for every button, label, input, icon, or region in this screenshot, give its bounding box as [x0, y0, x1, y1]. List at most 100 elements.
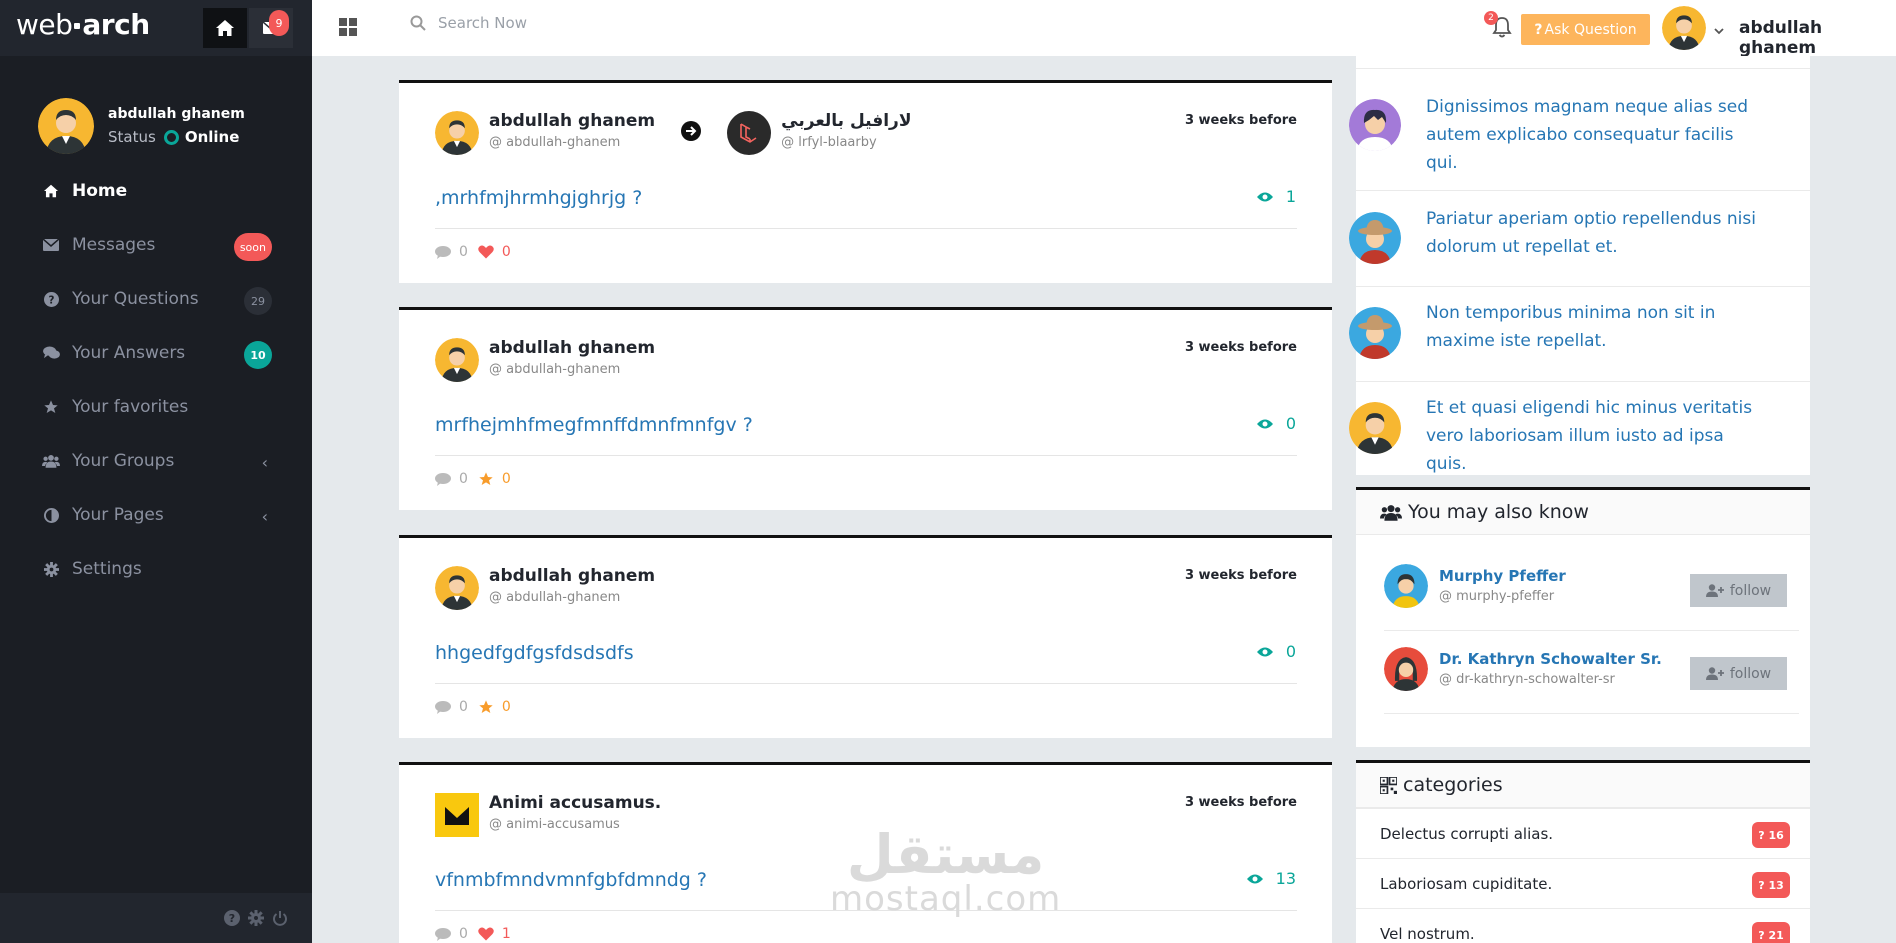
avatar[interactable]: [1349, 212, 1401, 264]
question-author[interactable]: abdullah ghanem: [489, 111, 655, 131]
views-counter: 0: [1256, 642, 1296, 661]
search-input[interactable]: [438, 14, 738, 32]
divider: [435, 683, 1297, 684]
avatar[interactable]: [1349, 307, 1401, 359]
header-user-name[interactable]: abdullah ghanem: [1739, 18, 1896, 58]
follow-button[interactable]: follow: [1690, 657, 1787, 690]
comment-count: 0: [459, 244, 468, 260]
question-mark-icon: ?: [1534, 21, 1543, 38]
question-author[interactable]: abdullah ghanem: [489, 338, 655, 358]
soon-badge: soon: [233, 233, 272, 261]
question-author[interactable]: abdullah ghanem: [489, 566, 655, 586]
sidebar-item-your-pages[interactable]: Your Pages ‹: [0, 488, 312, 542]
home-icon: [216, 20, 234, 36]
sidebar-item-messages[interactable]: Messages soon: [0, 218, 312, 272]
category-item[interactable]: Vel nostrum. ? 21: [1356, 908, 1810, 943]
gear-icon[interactable]: [248, 910, 264, 926]
avatar[interactable]: [435, 338, 479, 382]
suggested-user-name[interactable]: Dr. Kathryn Schowalter Sr.: [1439, 650, 1662, 668]
question-time: 3 weeks before: [1184, 795, 1297, 810]
comment-icon[interactable]: [435, 700, 451, 714]
category-count-badge: ? 16: [1752, 822, 1790, 848]
laravel-logo-icon[interactable]: [727, 111, 772, 155]
sidebar-item-home[interactable]: Home: [0, 164, 312, 218]
apps-grid-icon[interactable]: [339, 18, 357, 40]
chevron-down-icon[interactable]: [1714, 20, 1724, 39]
svg-text:?: ?: [229, 912, 235, 925]
avatar[interactable]: [1384, 647, 1428, 691]
sidebar-footer: ?: [0, 893, 312, 943]
activity-panel: Dignissimos magnam neque alias sed autem…: [1349, 56, 1810, 475]
avatar[interactable]: [435, 111, 479, 155]
eye-icon: [1256, 647, 1273, 656]
panel-title: You may also know: [1356, 487, 1810, 535]
sidebar-item-your-favorites[interactable]: Your favorites: [0, 380, 312, 434]
like-count: 1: [501, 926, 511, 942]
question-title[interactable]: mrfhejmhfmegfmnffdmnfmnfgv ?: [435, 414, 753, 436]
views-counter: 13: [1246, 869, 1296, 888]
question-time: 3 weeks before: [1184, 340, 1297, 355]
question-title[interactable]: hhgedfgdfgsfdsdsdfs: [435, 642, 634, 664]
sidebar-item-your-groups[interactable]: Your Groups ‹: [0, 434, 312, 488]
question-page-name[interactable]: لارافيل بالعربي: [781, 111, 911, 131]
activity-item[interactable]: Pariatur aperiam optio repellendus nisi …: [1349, 190, 1810, 286]
question-page-handle: @ lrfyl-blaarby: [781, 135, 877, 150]
category-item[interactable]: Delectus corrupti alias. ? 16: [1356, 808, 1810, 858]
suggested-user-name[interactable]: Murphy Pfeffer: [1439, 567, 1566, 585]
header-avatar[interactable]: [1662, 6, 1706, 50]
sidebar-item-settings[interactable]: Settings: [0, 542, 312, 596]
comment-count: 0: [459, 926, 468, 942]
suggested-user: Murphy Pfeffer @ murphy-pfeffer follow: [1384, 549, 1799, 631]
question-title[interactable]: ,mrhfmjhrmhgjghrjg ?: [435, 187, 642, 209]
divider: [435, 228, 1297, 229]
home-button[interactable]: [203, 8, 247, 48]
answers-count-badge: 10: [244, 341, 272, 369]
qrcode-icon: [1380, 776, 1397, 794]
question-card: abdullah ghanem @ abdullah-ghanem لارافي…: [399, 80, 1332, 283]
star-icon[interactable]: [478, 471, 494, 487]
activity-item[interactable]: Dignissimos magnam neque alias sed autem…: [1349, 68, 1810, 190]
sidebar-item-your-questions[interactable]: ? Your Questions 29: [0, 272, 312, 326]
ask-question-button[interactable]: ? Ask Question: [1521, 14, 1650, 45]
watermark: مستقل mostaql.com: [830, 823, 1062, 919]
activity-item[interactable]: Non temporibus minima non sit in maxime …: [1349, 286, 1810, 381]
category-count-badge: ? 13: [1752, 872, 1790, 898]
power-icon[interactable]: [272, 910, 288, 926]
question-circle-icon[interactable]: ?: [224, 910, 240, 926]
sidebar-menu: Home Messages soon ? Your Questions 29 Y…: [0, 164, 312, 596]
comment-icon[interactable]: [435, 927, 451, 941]
avatar[interactable]: [38, 98, 94, 154]
star-icon: [42, 398, 60, 416]
avatar[interactable]: [435, 566, 479, 610]
avatar[interactable]: [1349, 99, 1401, 151]
star-icon[interactable]: [478, 699, 494, 715]
users-icon: [1380, 504, 1402, 521]
avatar[interactable]: [1384, 564, 1428, 608]
categories-panel: categories Delectus corrupti alias. ? 16…: [1356, 760, 1810, 943]
activity-item[interactable]: Et et quasi eligendi hic minus veritatis…: [1349, 381, 1810, 475]
sidebar-item-your-answers[interactable]: Your Answers 10: [0, 326, 312, 380]
heart-icon[interactable]: [478, 927, 494, 941]
notifications-badge: 2: [1484, 11, 1498, 25]
chevron-left-icon: ‹: [261, 507, 268, 526]
user-plus-icon: [1705, 667, 1724, 680]
views-counter: 0: [1256, 414, 1296, 433]
question-author-handle: @ abdullah-ghanem: [489, 135, 621, 150]
svg-text:?: ?: [48, 294, 54, 306]
question-title[interactable]: vfnmbfmndvmnfgbfdmndg ?: [435, 869, 707, 891]
question-author[interactable]: Animi accusamus.: [489, 793, 661, 813]
comment-icon[interactable]: [435, 472, 451, 486]
gear-icon: [42, 560, 60, 578]
avatar[interactable]: [435, 793, 479, 837]
comment-icon[interactable]: [435, 245, 451, 259]
follow-button[interactable]: follow: [1690, 574, 1787, 607]
messages-badge: 9: [269, 10, 289, 36]
logo[interactable]: web arch: [16, 8, 150, 41]
question-time: 3 weeks before: [1184, 113, 1297, 128]
notifications-button[interactable]: 2: [1484, 11, 1512, 42]
messages-button[interactable]: 9: [249, 8, 293, 48]
avatar[interactable]: [1349, 402, 1401, 454]
heart-icon[interactable]: [478, 245, 494, 259]
category-item[interactable]: Laboriosam cupiditate. ? 13: [1356, 858, 1810, 908]
question-time: 3 weeks before: [1184, 568, 1297, 583]
